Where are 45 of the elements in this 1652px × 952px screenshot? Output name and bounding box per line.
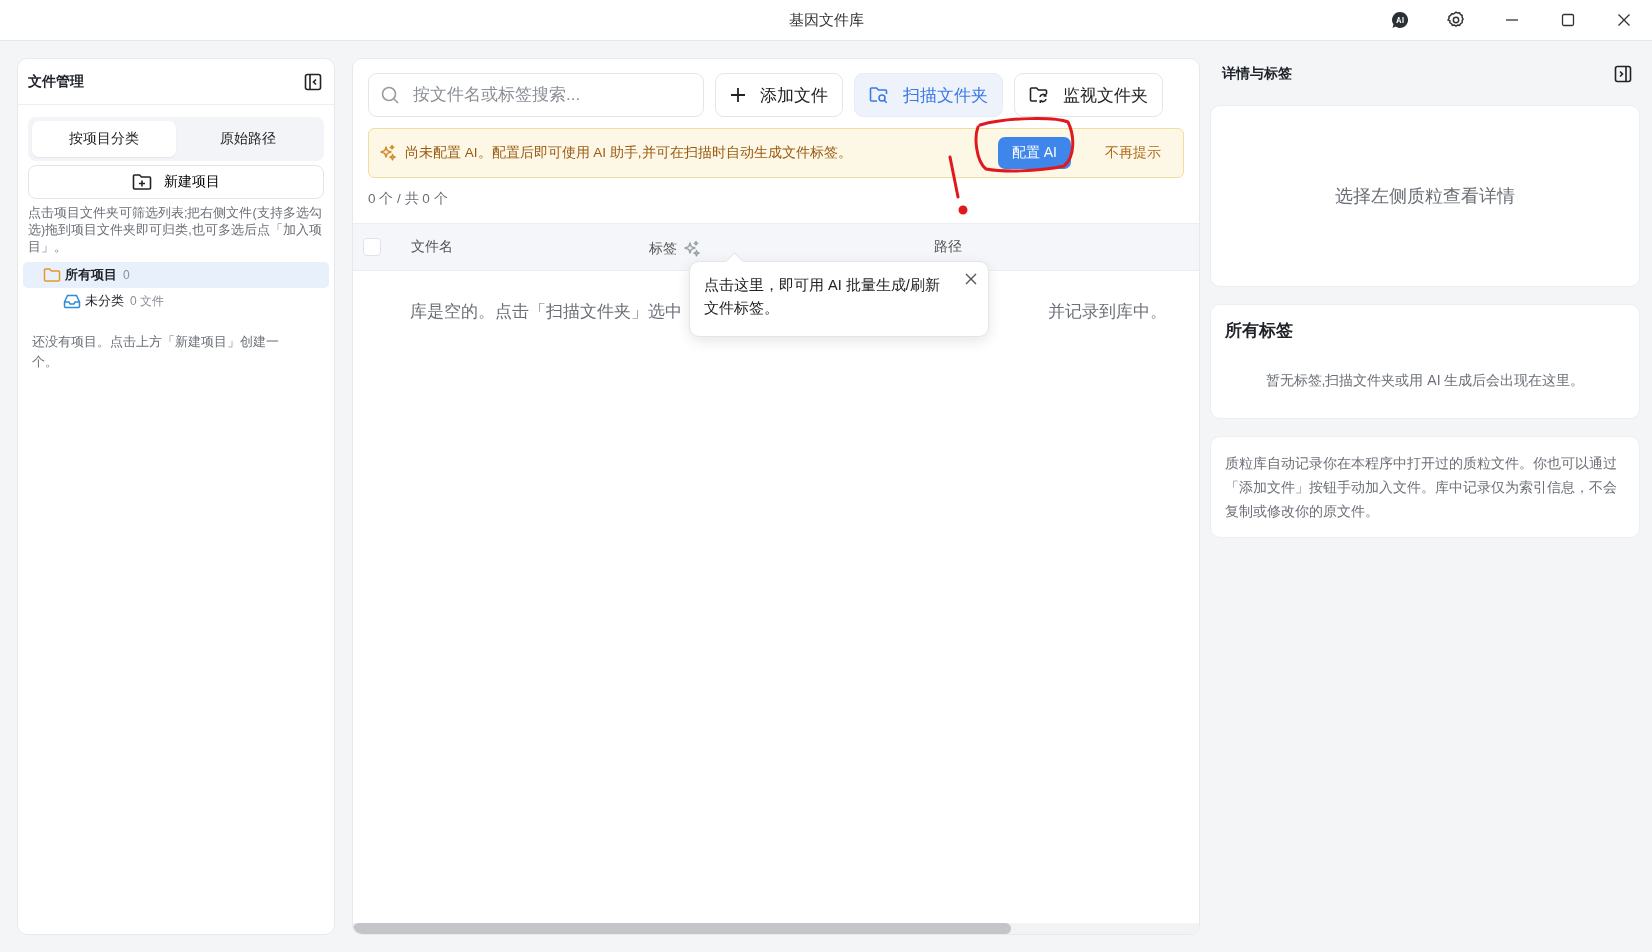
info-text: 质粒库自动记录你在本程序中打开过的质粒文件。你也可以通过「添加文件」按钮手动加入文件。库中记录仅为索引信息，不会复制或修改你的原文件。 <box>1225 455 1617 519</box>
collapse-sidebar-icon[interactable] <box>304 72 322 91</box>
search-field[interactable]: 按文件名或标签搜索... <box>368 73 704 117</box>
view-tab[interactable]: 按项目分类 <box>32 121 176 157</box>
configure-ai-button[interactable]: 配置 AI <box>997 137 1071 169</box>
file-count: 0 个 / 共 0 个 <box>368 190 449 208</box>
tree-item[interactable]: 未分类 0 文件 <box>23 288 329 314</box>
empty-text: 还没有项目。点击上方「新建项目」创建一个。 <box>32 333 280 371</box>
search-icon <box>380 85 400 105</box>
plus-icon <box>730 87 746 103</box>
close-icon[interactable] <box>965 273 977 285</box>
placeholder-text: 选择左侧质粒查看详情 <box>1335 185 1515 208</box>
ai-chat-icon[interactable] <box>1391 11 1409 29</box>
tree-item[interactable]: 所有项目 0 <box>23 262 329 288</box>
column-header: 文件名 <box>411 238 453 256</box>
folder-icon <box>43 267 61 283</box>
select-all-checkbox[interactable] <box>363 238 381 256</box>
column-header: 标签 <box>649 240 677 258</box>
inbox-icon <box>63 293 81 309</box>
collapse-panel-icon[interactable] <box>1614 65 1632 83</box>
view-tab[interactable]: 原始路径 <box>176 121 320 157</box>
panel-title: 文件管理 <box>28 72 84 91</box>
add-file-button[interactable]: 添加文件 <box>715 73 843 117</box>
empty-text: 并记录到库中。 <box>1048 301 1167 322</box>
scrollbar[interactable] <box>353 923 1199 934</box>
section-title: 所有标签 <box>1225 320 1294 342</box>
panel-title: 详情与标签 <box>1222 65 1292 83</box>
new-project-button[interactable]: 新建项目 <box>28 165 324 199</box>
empty-text: 暂无标签,扫描文件夹或用 AI 生成后会出现在这里。 <box>1264 372 1586 390</box>
empty-text: 库是空的。点击「扫描文件夹」选中 <box>410 301 682 322</box>
watch-folder-button[interactable]: 监视文件夹 <box>1014 73 1163 117</box>
scan-folder-button[interactable]: 扫描文件夹 <box>854 73 1003 117</box>
hint-text: 点击项目文件夹可筛选列表;把右侧文件(支持多选勾选)拖到项目文件夹即可归类,也可多选后点「加入项目」。 <box>28 205 323 256</box>
close-icon[interactable] <box>1617 13 1631 27</box>
folder-search-icon <box>869 86 889 104</box>
tooltip-text: 点击这里，即可用 AI 批量生成/刷新文件标签。 <box>704 277 940 316</box>
dismiss-link[interactable]: 不再提示 <box>1099 143 1167 163</box>
sparkle-icon <box>379 144 397 162</box>
notice-text: 尚未配置 AI。配置后即可使用 AI 助手,并可在扫描时自动生成文件标签。 <box>405 144 853 162</box>
window-title: 基因文件库 <box>788 10 864 28</box>
settings-icon[interactable] <box>1446 10 1466 30</box>
folder-sync-icon <box>1029 86 1049 104</box>
column-header: 路径 <box>934 238 962 256</box>
maximize-icon[interactable] <box>1561 13 1575 27</box>
new-folder-icon <box>132 173 152 191</box>
